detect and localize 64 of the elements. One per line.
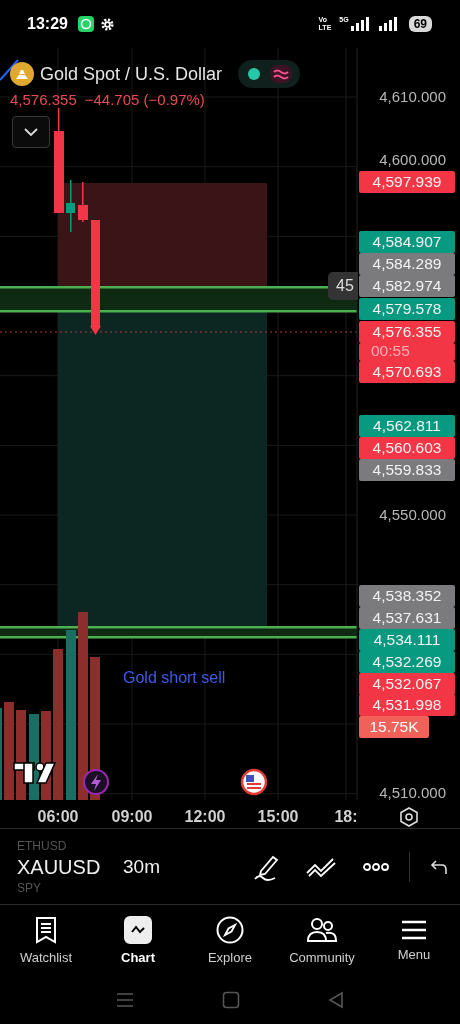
price-axis-label: 4,610.000 [379, 88, 446, 106]
price-tag: 4,597.939 [359, 171, 455, 193]
price-tag: 4,570.693 [359, 361, 455, 383]
price-axis-label: 4,510.000 [379, 784, 446, 802]
nav-tab[interactable]: Menu [368, 905, 460, 975]
price-tag: 4,538.352 [359, 585, 455, 607]
price-tag: 4,579.578 [359, 298, 455, 320]
collapse-button[interactable] [12, 116, 50, 148]
price-tag: 4,537.631 [359, 607, 455, 629]
people-icon [306, 915, 338, 944]
chart-icon [124, 915, 152, 944]
signal-icon [350, 17, 369, 31]
price-tag: 4,532.067 [359, 673, 455, 695]
chevron-down-icon [24, 128, 38, 136]
price-axis-label: 4,600.000 [379, 151, 446, 169]
compass-icon [216, 915, 244, 944]
candle [66, 180, 75, 232]
symbol-title: Gold Spot / U.S. Dollar [40, 63, 223, 85]
wave-icon [270, 65, 293, 83]
home-icon[interactable] [222, 990, 240, 1009]
nav-tab[interactable]: Explore [184, 905, 276, 975]
nav-tab[interactable]: Watchlist [0, 905, 92, 975]
drawing-label: Gold short sell [123, 669, 226, 687]
line-price-label: 45 [328, 272, 358, 300]
symbol-option[interactable]: XAUUSD [17, 852, 101, 881]
coin-icon [10, 62, 34, 86]
price-tag: 4,559.833 [359, 459, 455, 481]
menu-icon [401, 918, 427, 941]
list-icon [33, 915, 59, 944]
battery-level: 69 [408, 16, 432, 32]
countdown-tag: 00:55 [359, 343, 455, 361]
price-tag: 4,560.603 [359, 437, 455, 459]
settings-icon[interactable] [399, 807, 419, 827]
moving-average-line [0, 59, 19, 81]
last-price: 4,576.355 [10, 91, 77, 108]
price-tag: 4,584.289 [359, 253, 455, 275]
undo-icon[interactable] [430, 858, 448, 875]
time-axis-label: 12:00 [183, 808, 227, 826]
nav-tab[interactable]: Community [276, 905, 368, 975]
candle [78, 182, 88, 222]
price-axis-label: 4,550.000 [379, 506, 446, 524]
price-change: −44.705 (−0.97%) [84, 91, 205, 108]
status-time: 13:29 [27, 15, 68, 33]
price-tag: 4,562.811 [359, 415, 455, 437]
price-tag: 4,576.355 [359, 321, 455, 343]
price-tag: 4,531.998 [359, 694, 455, 716]
chat-app-icon [77, 16, 94, 32]
nav-tab[interactable]: Chart [92, 905, 184, 975]
volume-tag: 15.75K [359, 716, 429, 738]
more-icon[interactable] [363, 861, 389, 872]
time-axis-label: 18: [333, 808, 359, 826]
logo-icon [13, 762, 57, 784]
back-icon[interactable] [328, 990, 344, 1009]
flag-icon [240, 768, 268, 796]
signal-icon [378, 17, 397, 31]
settings-icon [99, 16, 115, 32]
interval-button[interactable]: 30m [123, 855, 160, 878]
price-tag: 4,584.907 [359, 231, 455, 253]
time-axis-label: 15:00 [256, 808, 300, 826]
time-axis-label: 06:00 [36, 808, 80, 826]
price-tag: 4,534.111 [359, 629, 455, 651]
price-tag: 4,532.269 [359, 651, 455, 673]
time-axis-label: 09:00 [110, 808, 154, 826]
price-tag: 4,582.974 [359, 275, 455, 297]
